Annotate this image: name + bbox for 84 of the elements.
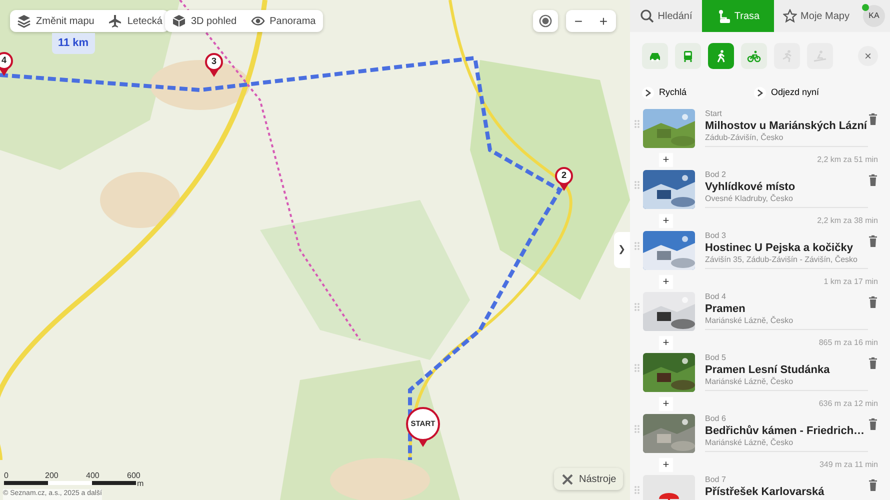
transport-mode-button[interactable]: [708, 43, 734, 69]
locate-icon: [539, 14, 552, 28]
plane-icon: [108, 14, 122, 28]
waypoint-label: Bod 5: [705, 353, 727, 363]
drag-handle-icon: [634, 424, 640, 434]
waypoint-name[interactable]: Bedřichův kámen - Friedrich…: [705, 424, 868, 438]
layers-button[interactable]: Změnit mapu: [10, 10, 102, 32]
waypoint-name[interactable]: Pramen Lesní Studánka: [705, 363, 868, 377]
running-person-icon: [780, 49, 794, 63]
skier-icon: [813, 49, 827, 63]
chevron-icon: [757, 88, 763, 96]
transport-mode-button[interactable]: [675, 43, 701, 69]
waypoint-name[interactable]: Přístřešek Karlovarská: [705, 485, 868, 499]
route-icon: [716, 9, 730, 23]
trash-icon: [868, 296, 878, 308]
waypoint-address: Mariánské Lázně, Česko: [705, 316, 794, 326]
tab[interactable]: Hledání: [630, 0, 702, 32]
add-stop-button[interactable]: +: [659, 336, 673, 350]
tools-button[interactable]: Nástroje: [554, 468, 624, 490]
add-stop-button[interactable]: +: [659, 458, 673, 472]
option-dropdown[interactable]: Odjezd nyní: [754, 82, 866, 103]
zoom-out-button[interactable]: −: [566, 10, 591, 32]
zoom-in-button[interactable]: +: [591, 10, 616, 32]
leg-distance: 636 m za 12 min: [818, 398, 878, 410]
user-avatar[interactable]: KA: [863, 5, 885, 27]
waypoint-name[interactable]: Hostinec U Pejska a kočičky: [705, 241, 868, 255]
scale-label: 200: [45, 470, 58, 482]
waypoint-label: Bod 6: [705, 414, 727, 424]
scale-label: 600: [127, 470, 140, 482]
tab[interactable]: Moje Mapy: [774, 0, 858, 32]
option-dropdown[interactable]: Rychlá: [642, 82, 754, 103]
bus-icon: [681, 49, 695, 63]
cube-icon: [172, 14, 186, 28]
eye-button[interactable]: Panorama: [244, 10, 323, 32]
trash-icon: [868, 174, 878, 186]
drag-handle-icon: [634, 180, 640, 190]
trash-icon: [868, 418, 878, 430]
trash-icon: [868, 113, 878, 125]
trash-icon: [868, 235, 878, 247]
add-stop-button[interactable]: +: [659, 153, 673, 167]
search-icon: [640, 9, 654, 23]
route-distance-label: 11 km: [52, 33, 95, 54]
waypoint-label: Bod 4: [705, 292, 727, 302]
scale-label: 0: [4, 470, 8, 482]
panel-toggle[interactable]: ❯: [614, 232, 630, 268]
add-stop-button[interactable]: +: [659, 275, 673, 289]
trash-icon: [868, 357, 878, 369]
leg-distance: 865 m za 16 min: [818, 337, 878, 349]
close-button[interactable]: ×: [858, 46, 878, 66]
waypoint-label: Bod 2: [705, 170, 727, 180]
scale-label: 400: [86, 470, 100, 482]
waypoint-label: Bod 7: [705, 475, 727, 485]
add-stop-button[interactable]: +: [659, 214, 673, 228]
layers-icon: [17, 14, 31, 28]
star-icon: [782, 9, 797, 23]
eye-icon: [250, 14, 265, 28]
waypoint-address: Mariánské Lázně, Česko: [705, 438, 794, 448]
drag-handle-icon: [634, 119, 640, 129]
waypoint-label: Start: [705, 109, 723, 119]
leg-distance: 2,2 km za 51 min: [817, 154, 878, 166]
leg-distance: 349 m za 11 min: [819, 459, 878, 471]
waypoint-address: Ovesné Kladruby, Česko: [705, 194, 794, 204]
waypoint-name[interactable]: Milhostov u Mariánských Lázní: [705, 119, 868, 133]
waypoint-address: Mariánské Lázně, Česko: [705, 377, 794, 387]
drag-handle-icon: [634, 363, 640, 373]
drag-handle-icon: [634, 485, 640, 495]
drag-handle-icon: [634, 302, 640, 312]
transport-mode-button[interactable]: [642, 43, 668, 69]
leg-distance: 1 km za 17 min: [824, 276, 878, 288]
drag-handle-icon: [634, 241, 640, 251]
add-stop-button[interactable]: +: [659, 397, 673, 411]
waypoint-name[interactable]: Pramen: [705, 302, 868, 316]
trash-icon: [868, 479, 878, 491]
waypoint-address: Závišín 35, Zádub-Závišín - Závišín, Česko: [705, 255, 858, 265]
waypoint-name[interactable]: Vyhlídkové místo: [705, 180, 868, 194]
tools-icon: [561, 472, 574, 486]
waypoint-address: Zádub-Závišín, Česko: [705, 133, 784, 143]
transport-mode-button[interactable]: [741, 43, 767, 69]
locate-button[interactable]: [533, 10, 558, 32]
waypoint-label: Bod 3: [705, 231, 727, 241]
chevron-icon: [645, 88, 651, 96]
scale-unit: m: [137, 478, 144, 490]
bicycle-icon: [747, 49, 761, 63]
leg-distance: 2,2 km za 38 min: [817, 215, 878, 227]
